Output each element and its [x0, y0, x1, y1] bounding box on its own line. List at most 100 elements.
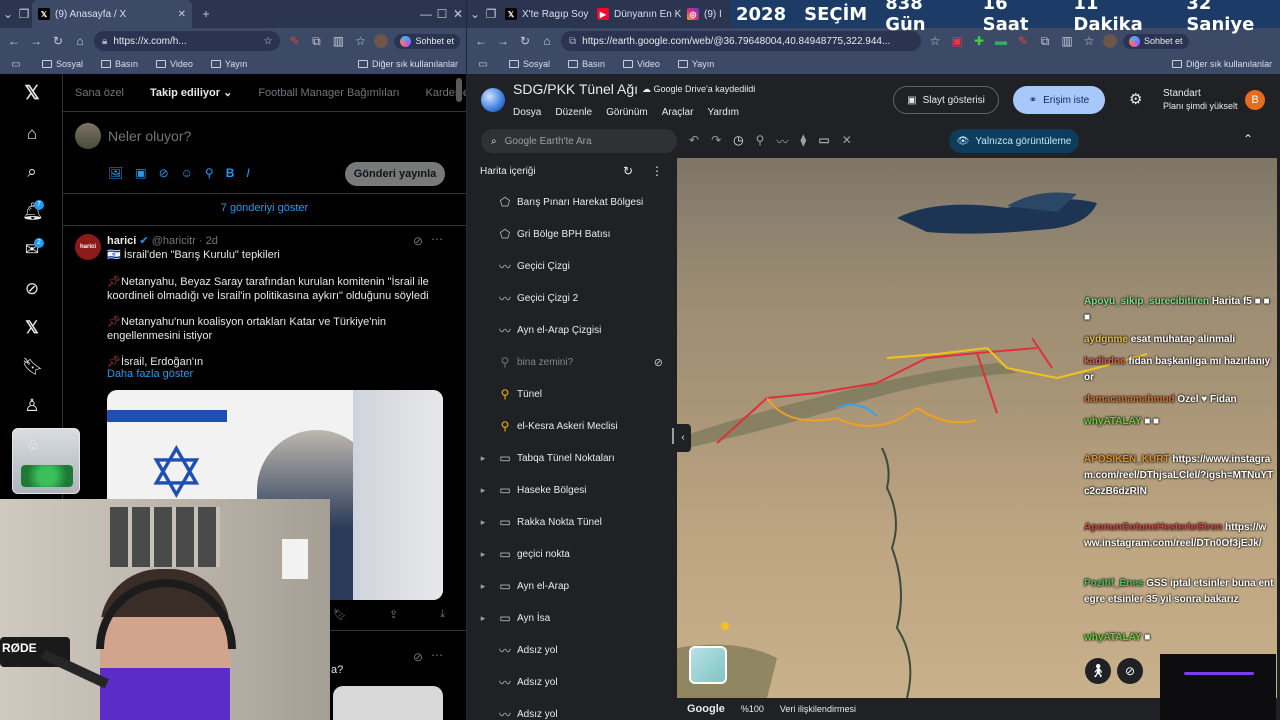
- map-feature-item[interactable]: 〰 Adsız yol: [467, 698, 677, 720]
- address-bar[interactable]: ⧉ https://earth.google.com/web/@36.79648…: [561, 31, 921, 51]
- home-icon[interactable]: ⌂: [72, 34, 88, 48]
- map-feature-item[interactable]: ⬠ Barış Pınarı Harekat Bölgesi: [467, 186, 677, 218]
- share-action-icon[interactable]: ⇪: [389, 608, 398, 621]
- post-author[interactable]: harici: [107, 235, 136, 247]
- extension-icon[interactable]: ▣: [949, 34, 965, 48]
- tab-for-you[interactable]: Sana özel: [75, 87, 124, 99]
- media-icon[interactable]: 🖼︎: [108, 166, 123, 180]
- tilt-button[interactable]: ⊘: [1117, 658, 1143, 684]
- menu-tools[interactable]: Araçlar: [662, 107, 694, 118]
- download-action-icon[interactable]: ⤓: [440, 608, 445, 621]
- more-options-icon[interactable]: ⋯: [431, 648, 443, 662]
- bookmark-folder[interactable]: Yayın: [677, 59, 714, 69]
- bookmark-folder[interactable]: Sosyal: [509, 59, 550, 69]
- map-folder-item[interactable]: ▸ ▭ Ayn İsa: [467, 602, 677, 634]
- expand-arrow-icon[interactable]: ▸: [471, 549, 495, 560]
- tab-x-home[interactable]: 𝕏 (9) Anasayfa / X ✕: [32, 0, 192, 28]
- emoji-icon[interactable]: ☺: [181, 166, 193, 180]
- expand-arrow-icon[interactable]: ▸: [471, 485, 495, 496]
- back-icon[interactable]: ←: [473, 34, 489, 48]
- other-bookmarks[interactable]: Diğer sık kullanılanlar: [357, 59, 458, 69]
- show-new-posts-link[interactable]: 7 gönderiyi göster: [63, 202, 466, 214]
- tab-actions-icon[interactable]: ⌄: [0, 7, 16, 21]
- map-pin-icon[interactable]: [721, 622, 729, 630]
- disabled-tool-icon[interactable]: ✕: [842, 133, 852, 150]
- bookmarks-toggle-icon[interactable]: ▭: [475, 59, 491, 70]
- bookmark-folder[interactable]: Sosyal: [42, 59, 83, 69]
- map-folder-item[interactable]: ▸ ▭ geçici nokta: [467, 538, 677, 570]
- split-view-icon[interactable]: ▥: [1059, 34, 1075, 48]
- forward-icon[interactable]: →: [495, 34, 511, 48]
- request-access-button[interactable]: ⚭ Erişim iste: [1013, 86, 1105, 114]
- grok-icon[interactable]: ⊘: [159, 166, 169, 180]
- bookmark-folder[interactable]: Video: [156, 59, 193, 69]
- slideshow-button[interactable]: ▣ Slayt gösterisi: [893, 86, 999, 114]
- location-icon[interactable]: ⚲: [205, 166, 214, 180]
- tab-youtube[interactable]: ▶ Dünyanın En K: [591, 0, 681, 28]
- map-feature-item[interactable]: ⬠ Gri Bölge BPH Batısı: [467, 218, 677, 250]
- data-attribution-link[interactable]: Veri ilişkilendirmesi: [780, 704, 856, 714]
- map-folder-item[interactable]: ▸ ▭ Ayn el-Arap: [467, 570, 677, 602]
- grok-post-icon[interactable]: ⊘: [413, 650, 423, 664]
- tab-x-ragip[interactable]: 𝕏 X'te Ragıp Soy: [499, 0, 591, 28]
- pegman-button[interactable]: 🚶︎: [1085, 658, 1111, 684]
- forward-icon[interactable]: →: [28, 34, 44, 48]
- expand-arrow-icon[interactable]: ▸: [471, 613, 495, 624]
- menu-help[interactable]: Yardım: [707, 107, 739, 118]
- measure-icon[interactable]: ▭: [818, 133, 829, 150]
- menu-view[interactable]: Görünüm: [606, 107, 648, 118]
- tab-actions-icon[interactable]: ⌄: [467, 7, 483, 21]
- panel-resize-handle[interactable]: [672, 428, 674, 444]
- project-title[interactable]: SDG/PKK Tünel Ağı: [513, 81, 638, 97]
- favorites-icon[interactable]: ☆: [1081, 34, 1097, 48]
- home-nav-icon[interactable]: ⌂: [22, 124, 42, 144]
- composer-input[interactable]: Neler oluyor?: [108, 128, 191, 144]
- reload-icon[interactable]: ↻: [517, 34, 533, 48]
- account-avatar[interactable]: B: [1245, 90, 1265, 110]
- tab-football-manager[interactable]: Football Manager Bağımlıları: [258, 87, 399, 99]
- maximize-icon[interactable]: ☐: [434, 7, 450, 21]
- bookmarks-nav-icon[interactable]: 🔖︎: [22, 357, 44, 377]
- communities-nav-icon[interactable]: ♙: [22, 396, 42, 416]
- italic-icon[interactable]: I: [246, 166, 249, 180]
- copilot-chat-button[interactable]: Sohbet et: [1123, 33, 1189, 49]
- refresh-icon[interactable]: ↻: [623, 164, 633, 178]
- grok-nav-icon[interactable]: ⊘: [22, 279, 42, 299]
- copilot-chat-button[interactable]: Sohbet et: [394, 33, 460, 49]
- add-placemark-icon[interactable]: ⚲: [756, 133, 765, 150]
- bookmark-folder[interactable]: Basın: [568, 59, 605, 69]
- bookmark-action-icon[interactable]: 🔖︎: [333, 608, 347, 621]
- workspaces-icon[interactable]: ❐: [483, 7, 499, 21]
- map-folder-item[interactable]: ▸ ▭ Tabqa Tünel Noktaları: [467, 442, 677, 474]
- menu-edit[interactable]: Düzenle: [555, 107, 592, 118]
- more-options-icon[interactable]: ⋯: [431, 232, 443, 246]
- extension-icon[interactable]: ▬: [993, 34, 1009, 48]
- close-tab-icon[interactable]: ✕: [178, 9, 186, 20]
- view-only-chip[interactable]: 👁︎ Yalnızca görüntüleme: [949, 129, 1079, 153]
- earth-search-box[interactable]: ⌕ Google Earth'te Ara: [481, 129, 677, 153]
- earth-logo-icon[interactable]: [481, 88, 505, 112]
- tab-instagram[interactable]: ◎ (9) I: [681, 0, 721, 28]
- bookmarks-toggle-icon[interactable]: ▭: [8, 59, 24, 70]
- grok-post-icon[interactable]: ⊘: [413, 234, 423, 248]
- home-icon[interactable]: ⌂: [539, 34, 555, 48]
- undo-icon[interactable]: ↶: [689, 133, 699, 150]
- collapse-toolbar-icon[interactable]: ⌃: [1243, 132, 1253, 146]
- expand-arrow-icon[interactable]: ▸: [471, 453, 495, 464]
- bookmark-folder[interactable]: Basın: [101, 59, 138, 69]
- other-bookmarks[interactable]: Diğer sık kullanılanlar: [1171, 59, 1272, 69]
- layer-thumbnail-button[interactable]: [689, 646, 727, 684]
- close-window-icon[interactable]: ✕: [450, 7, 466, 21]
- profile-avatar[interactable]: [374, 34, 389, 48]
- address-bar[interactable]: 🔒︎ https://x.com/h... ☆: [94, 31, 281, 51]
- tab-following[interactable]: Takip ediliyor ⌄: [150, 86, 232, 99]
- layers-icon[interactable]: ⧫: [800, 133, 806, 150]
- map-feature-item[interactable]: 〰 Adsız yol: [467, 666, 677, 698]
- add-path-icon[interactable]: 〰: [776, 133, 788, 150]
- new-tab-icon[interactable]: +: [198, 7, 214, 21]
- map-feature-item[interactable]: ⚲ el-Kesra Askeri Meclisi: [467, 410, 677, 442]
- map-feature-item[interactable]: 〰 Ayn el-Arap Çizgisi: [467, 314, 677, 346]
- extension-red-icon[interactable]: ✎: [286, 34, 302, 48]
- explore-nav-icon[interactable]: ⌕: [22, 162, 42, 182]
- workspaces-icon[interactable]: ❐: [16, 7, 32, 21]
